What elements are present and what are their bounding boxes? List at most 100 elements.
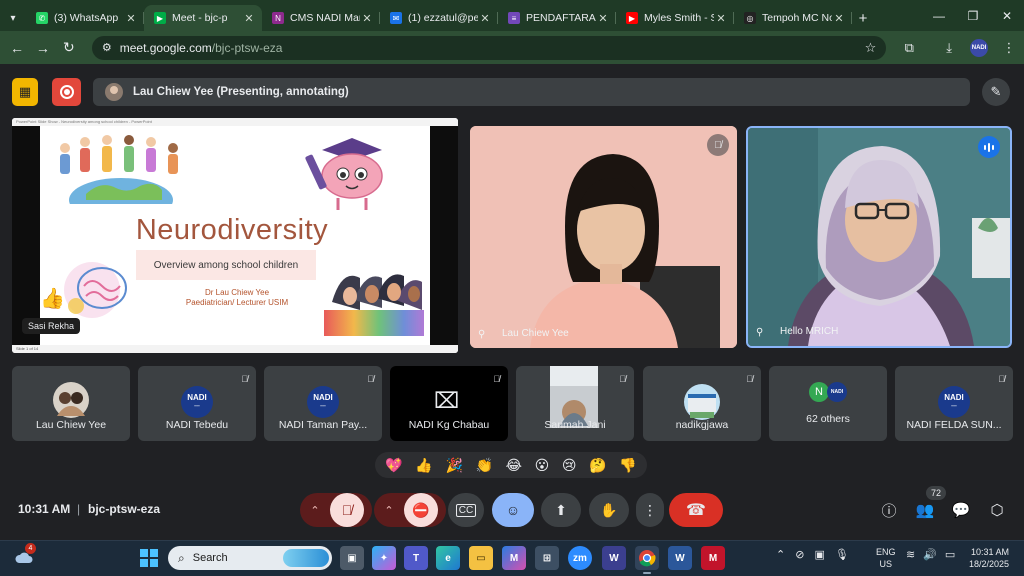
reaction-emoji-button[interactable]: 👍 (415, 457, 432, 474)
store-icon[interactable]: ⊞ (535, 546, 559, 570)
filmstrip-tile[interactable]: N NADI 62 others (769, 366, 887, 441)
captions-button[interactable]: CC (448, 493, 484, 527)
task-view-icon[interactable]: ▣ (340, 546, 364, 570)
address-bar[interactable]: ⚙ meet.google.com/bjc-ptsw-eza ☆ (91, 35, 887, 60)
tab-search-button[interactable]: ▾ (0, 5, 26, 31)
mic-off-button[interactable]: 🎙̸ (330, 493, 364, 527)
pin-icon[interactable]: ⚲ (756, 327, 763, 338)
pin-icon[interactable]: ⚲ (478, 329, 485, 340)
filmstrip-tile[interactable]: Lau Chiew Yee (12, 366, 130, 441)
presentation-view[interactable]: PowerPoint Slide Show - Neurodiversity a… (12, 118, 458, 353)
leave-call-button[interactable]: ☎ (669, 493, 723, 527)
reactions-button[interactable]: ☺ (492, 493, 534, 527)
meet-tray-icon[interactable]: ▣ (814, 548, 824, 561)
filmstrip-tile[interactable]: 🎙̸ nadikgjawa (643, 366, 761, 441)
microsoft365-icon[interactable]: M (502, 546, 526, 570)
recording-indicator-button[interactable] (52, 78, 81, 106)
browser-tab[interactable]: ◎ Tempoh MC Nor ✕ (734, 5, 852, 31)
participant-name-badge: Sasi Rekha (22, 318, 81, 334)
participant-avatar (53, 382, 89, 418)
webex-icon[interactable]: W (602, 546, 626, 570)
tab-title: PENDAFTARAN (526, 12, 596, 24)
browser-tab[interactable]: ✉ (1) ezzatul@pe ✕ (380, 5, 498, 31)
quick-settings[interactable]: ≋ 🔊 ▭ (906, 548, 955, 561)
profile-button[interactable]: NADI (964, 35, 994, 61)
zoom-icon[interactable]: zm (568, 546, 592, 570)
more-options-button[interactable]: ⋮ (636, 493, 664, 527)
input-language[interactable]: ENG US (876, 546, 896, 570)
back-button[interactable]: ← (4, 35, 30, 61)
site-info-icon[interactable]: ⚙ (102, 41, 112, 54)
video-tile-lau-chiew-yee[interactable]: 🎙̸ ⚲ Lau Chiew Yee (470, 126, 737, 348)
browser-menu-icon[interactable]: ⋮ (994, 35, 1024, 61)
chrome-icon[interactable] (635, 546, 659, 574)
profile-avatar: NADI (970, 38, 989, 57)
teams-icon[interactable]: T (404, 546, 428, 570)
layout-toggle-button[interactable]: ▦ (12, 78, 38, 106)
raise-hand-button[interactable]: ✋ (589, 493, 629, 527)
chat-icon[interactable]: 💬 (948, 497, 974, 523)
new-tab-button[interactable]: + (852, 5, 874, 31)
reaction-emoji-button[interactable]: 👎 (619, 457, 636, 474)
audio-settings-chevron-icon[interactable]: ⌃ (300, 504, 330, 517)
close-window-icon[interactable]: ✕ (990, 0, 1024, 31)
network-off-icon[interactable]: ⊘ (795, 548, 804, 561)
reload-button[interactable]: ↻ (56, 35, 82, 61)
close-tab-icon[interactable]: ✕ (360, 12, 374, 25)
video-settings-chevron-icon[interactable]: ⌃ (374, 504, 404, 517)
reaction-emoji-button[interactable]: 🤔 (589, 457, 606, 474)
reaction-emoji-button[interactable]: 😂 (506, 457, 522, 474)
show-hidden-icons-icon[interactable]: ⌃ (776, 548, 785, 561)
close-tab-icon[interactable]: ✕ (478, 12, 492, 25)
others-avatar: N (809, 382, 829, 402)
file-explorer-icon[interactable]: ▭ (469, 546, 493, 570)
taskbar-search[interactable]: ⌕ Search (168, 546, 332, 570)
minimize-icon[interactable]: — (922, 0, 956, 31)
download-icon[interactable]: ⤓ (934, 35, 964, 61)
browser-tab[interactable]: N CMS NADI Man ✕ (262, 5, 380, 31)
microphone-tray-icon[interactable]: 🎙 (835, 548, 849, 561)
people-icon[interactable]: 👥 (912, 497, 938, 523)
reaction-emoji-button[interactable]: 💖 (385, 457, 402, 474)
filmstrip-tile[interactable]: NADI ━━━ 🎙̸ NADI FELDA SUN... (895, 366, 1013, 441)
browser-tab[interactable]: ≡ PENDAFTARAN ✕ (498, 5, 616, 31)
wifi-icon: ≋ (906, 549, 916, 561)
close-tab-icon[interactable]: ✕ (596, 12, 610, 25)
presenter-bar[interactable]: Lau Chiew Yee (Presenting, annotating) (93, 78, 970, 106)
taskbar-clock[interactable]: 10:31 AM 18/2/2025 (963, 546, 1009, 570)
filmstrip-tile[interactable]: NADI ━━━ 🎙̸ NADI Tebedu (138, 366, 256, 441)
window-controls: — ❐ ✕ (922, 0, 1024, 31)
activities-icon[interactable]: ⬡ (984, 497, 1010, 523)
annotate-pen-button[interactable]: ✎ (982, 78, 1010, 106)
reaction-emoji-button[interactable]: 🎉 (445, 457, 462, 474)
close-tab-icon[interactable]: ✕ (124, 12, 138, 25)
restore-icon[interactable]: ❐ (956, 0, 990, 31)
copilot-icon[interactable]: ✦ (372, 546, 396, 570)
filmstrip-tile[interactable]: 🎙̸ Sarimah Jani (516, 366, 634, 441)
close-tab-icon[interactable]: ✕ (832, 12, 846, 25)
browser-tab[interactable]: ▶ Myles Smith - St ✕ (616, 5, 734, 31)
edge-icon[interactable]: e (436, 546, 460, 570)
close-tab-icon[interactable]: ✕ (714, 12, 728, 25)
bookmark-star-icon[interactable]: ☆ (865, 40, 877, 56)
camera-off-button[interactable]: ⛔ (404, 493, 438, 527)
reaction-emoji-button[interactable]: 😢 (562, 457, 577, 474)
video-tile-hello-mrich[interactable]: ⚲ Hello MRICH (746, 126, 1012, 348)
browser-tab[interactable]: ▶ Meet - bjc-p ✕ (144, 5, 262, 31)
start-button[interactable] (140, 549, 158, 567)
tab-title: Myles Smith - St (644, 12, 714, 24)
mcafee-icon[interactable]: M (701, 546, 725, 570)
meeting-details-icon[interactable]: ⓘ (876, 497, 902, 523)
slideshow-status-bar: Slide 1 of 14 (12, 345, 458, 353)
present-now-button[interactable]: ⬆ (541, 493, 581, 527)
extensions-icon[interactable]: ⧉ (894, 35, 924, 61)
tab-title: Meet - bjc-p (172, 12, 228, 24)
close-tab-icon[interactable]: ✕ (242, 12, 256, 25)
reaction-emoji-button[interactable]: 👏 (476, 457, 493, 474)
forward-button[interactable]: → (30, 35, 56, 61)
browser-tab[interactable]: ✆ (3) WhatsApp ✕ (26, 5, 144, 31)
word-icon[interactable]: W (668, 546, 692, 570)
reaction-emoji-button[interactable]: 😮 (535, 457, 550, 474)
filmstrip-tile[interactable]: NADI ━━━ 🎙̸ NADI Taman Pay... (264, 366, 382, 441)
filmstrip-tile[interactable]: ⌧ 🎙̸ NADI Kg Chabau (390, 366, 508, 441)
